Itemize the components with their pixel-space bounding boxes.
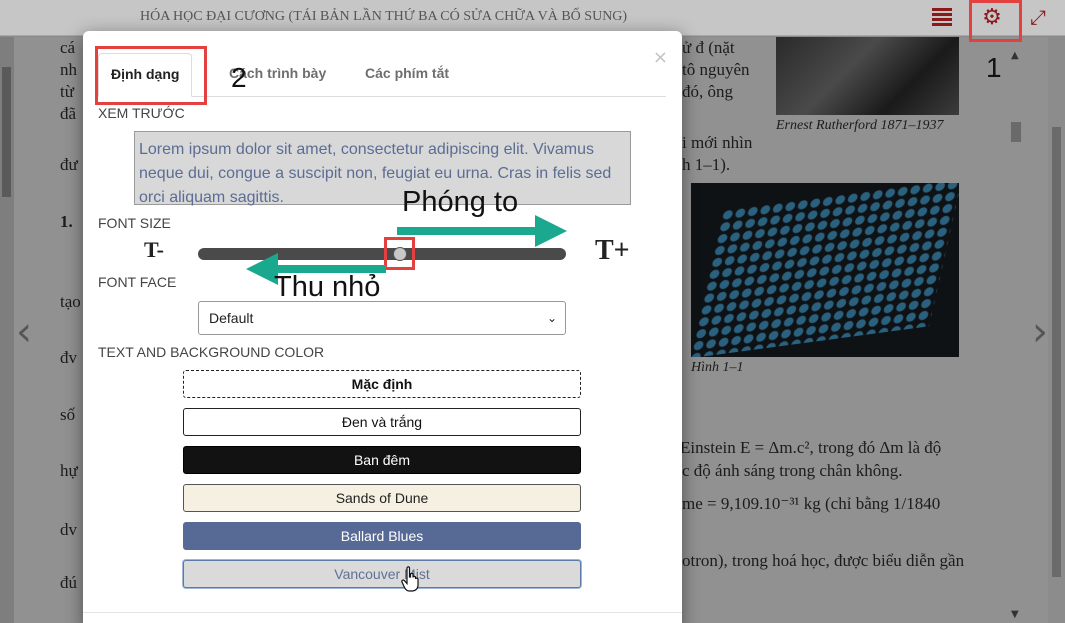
step-number-1: 1 bbox=[986, 52, 1002, 83]
page-text: i mới nhìn bbox=[682, 133, 753, 152]
book-title: HÓA HỌC ĐẠI CƯƠNG (TÁI BẢN LẦN THỨ BA CÓ… bbox=[140, 9, 628, 24]
page-text: otron), trong hoá học, được biểu diễn gầ… bbox=[682, 551, 965, 570]
page-text: hự bbox=[60, 461, 78, 480]
page-scrollbar[interactable]: ▲ ▼ bbox=[1008, 50, 1024, 620]
page-text: dv bbox=[60, 520, 77, 539]
arrow-right-icon bbox=[397, 215, 567, 247]
font-face-select[interactable]: Default ⌄ bbox=[198, 301, 566, 335]
theme-vancouver-button[interactable]: Vancouver Mist bbox=[183, 560, 581, 588]
page-text: cá bbox=[60, 38, 76, 57]
page-text: h 1–1). bbox=[682, 155, 731, 174]
page-text: đú bbox=[60, 573, 77, 592]
hand-cursor-icon bbox=[401, 566, 419, 592]
page-text: ử đ (nặt bbox=[682, 38, 735, 57]
page-text: đv bbox=[60, 348, 77, 367]
page-text: tô nguyên bbox=[682, 60, 750, 79]
rutherford-photo bbox=[776, 37, 959, 115]
page-text: tạo bbox=[60, 292, 81, 311]
prev-page-icon[interactable]: ‹ bbox=[16, 312, 46, 352]
page-text: Einstein E = Δm.c², trong đó Δm là độ bbox=[680, 438, 942, 457]
highlight-slider-handle bbox=[384, 237, 415, 270]
photo-caption: Ernest Rutherford 1871–1937 bbox=[776, 118, 944, 133]
highlight-format-tab bbox=[95, 46, 207, 105]
theme-sands-button[interactable]: Sands of Dune bbox=[183, 484, 581, 512]
theme-night-button[interactable]: Ban đêm bbox=[183, 446, 581, 474]
page-text: từ bbox=[60, 82, 74, 101]
page-text: đó, ông bbox=[682, 82, 733, 101]
font-size-label: FONT SIZE bbox=[98, 215, 171, 231]
page-text: số bbox=[60, 405, 76, 424]
page-text: nh bbox=[60, 60, 77, 79]
expand-icon[interactable]: ⤢ bbox=[1030, 6, 1054, 28]
modal-divider bbox=[83, 612, 682, 613]
font-face-value: Default bbox=[209, 310, 254, 326]
atom-surface-image bbox=[691, 183, 959, 357]
scroll-thumb[interactable] bbox=[1011, 122, 1021, 142]
scroll-thumb[interactable] bbox=[2, 67, 11, 197]
font-face-label: FONT FACE bbox=[98, 274, 177, 290]
page-text: đã bbox=[60, 104, 77, 123]
scroll-down-icon[interactable]: ▼ bbox=[1011, 609, 1019, 620]
settings-modal: × Định dạng Cách trình bày Các phím tắt … bbox=[83, 31, 682, 623]
left-scrollbar[interactable] bbox=[0, 37, 14, 623]
step-number-2: 2 bbox=[231, 62, 247, 93]
preview-box: Lorem ipsum dolor sit amet, consectetur … bbox=[134, 131, 631, 206]
zoom-in-label: Phóng to bbox=[402, 186, 519, 218]
zoom-out-label: Thu nhỏ bbox=[274, 271, 381, 303]
page-text: c độ ánh sáng trong chân không. bbox=[682, 461, 903, 480]
page-heading: 1. bbox=[60, 212, 73, 231]
toc-list-icon[interactable] bbox=[932, 8, 952, 26]
scroll-up-icon[interactable]: ▲ bbox=[1011, 50, 1019, 61]
scroll-thumb[interactable] bbox=[1052, 127, 1061, 577]
chevron-down-icon: ⌄ bbox=[546, 311, 557, 325]
theme-ballard-button[interactable]: Ballard Blues bbox=[183, 522, 581, 550]
theme-black-white-button[interactable]: Đen và trắng bbox=[183, 408, 581, 436]
decrease-font-button[interactable]: T- bbox=[144, 237, 164, 263]
page-text: đư bbox=[60, 155, 78, 174]
tab-shortcuts[interactable]: Các phím tắt bbox=[353, 53, 461, 97]
next-page-icon[interactable]: › bbox=[1032, 312, 1062, 352]
highlight-gear bbox=[969, 0, 1022, 42]
theme-default-button[interactable]: Mặc định bbox=[183, 370, 581, 398]
page-text: me = 9,109.10⁻³¹ kg (chỉ bằng 1/1840 bbox=[682, 494, 941, 513]
preview-label: XEM TRƯỚC bbox=[98, 105, 185, 121]
increase-font-button[interactable]: T+ bbox=[595, 235, 630, 267]
figure-caption: Hình 1–1 bbox=[691, 360, 744, 375]
color-label: TEXT AND BACKGROUND COLOR bbox=[98, 344, 325, 360]
